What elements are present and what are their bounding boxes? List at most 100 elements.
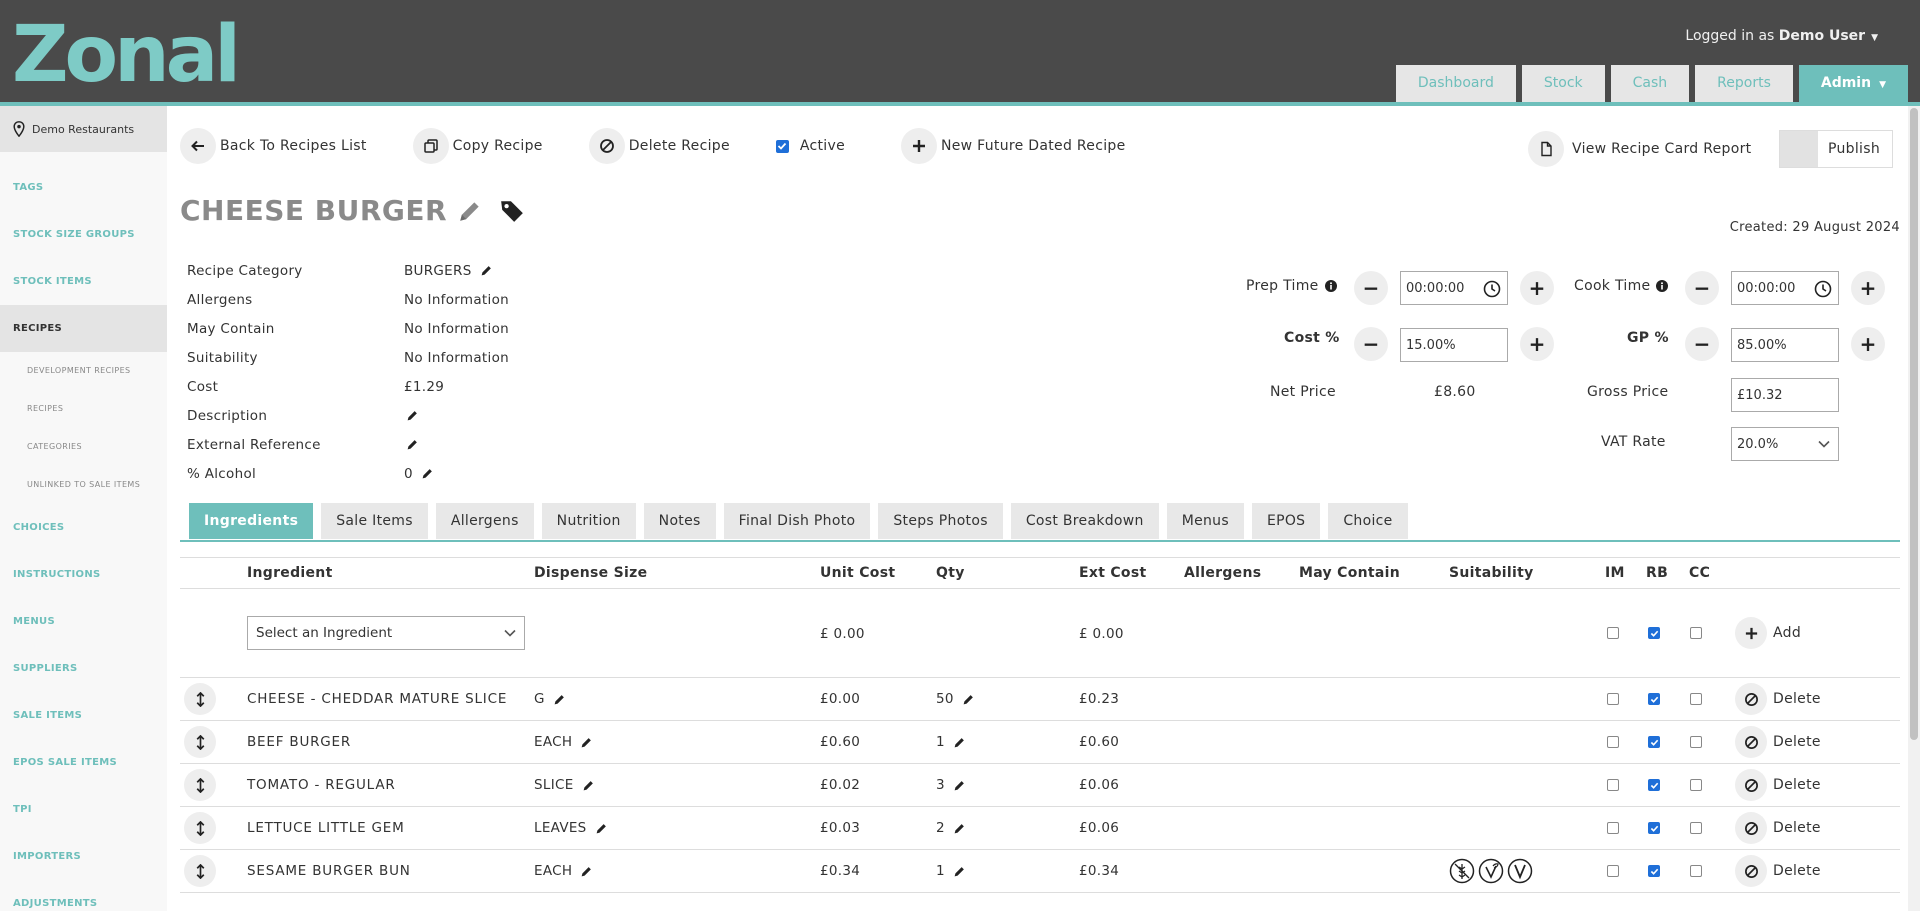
- new-future-dated-recipe-button[interactable]: New Future Dated Recipe: [900, 128, 1126, 164]
- pencil-icon[interactable]: [580, 736, 593, 749]
- pencil-icon[interactable]: [580, 865, 593, 878]
- sidebar-item-adjustments[interactable]: ADJUSTMENTS: [0, 880, 167, 911]
- scrollbar-thumb[interactable]: [1910, 108, 1918, 740]
- dispense-size[interactable]: LEAVES: [534, 820, 608, 836]
- pencil-icon[interactable]: [457, 198, 483, 224]
- rb-checkbox[interactable]: [1648, 736, 1660, 748]
- pencil-icon[interactable]: [406, 409, 419, 422]
- delete-row-button[interactable]: Delete: [1735, 769, 1821, 801]
- nav-stock[interactable]: Stock: [1521, 65, 1605, 102]
- tab-cost-breakdown[interactable]: Cost Breakdown: [1010, 503, 1159, 539]
- active-checkbox[interactable]: Active: [775, 138, 845, 154]
- tab-nutrition[interactable]: Nutrition: [541, 503, 636, 539]
- tab-choice[interactable]: Choice: [1328, 503, 1408, 539]
- qty[interactable]: 50: [936, 691, 975, 707]
- pencil-icon[interactable]: [962, 693, 975, 706]
- cost-pct-increase-button[interactable]: +: [1520, 327, 1554, 361]
- add-im-checkbox[interactable]: [1607, 627, 1619, 639]
- sidebar-item-stock-size-groups[interactable]: STOCK SIZE GROUPS: [0, 211, 167, 258]
- zonal-logo[interactable]: Zonal: [12, 16, 241, 94]
- add-ingredient-button[interactable]: Add: [1735, 617, 1801, 649]
- pencil-icon[interactable]: [553, 693, 566, 706]
- nav-reports[interactable]: Reports: [1695, 65, 1793, 102]
- add-cc-checkbox[interactable]: [1690, 627, 1702, 639]
- pencil-icon[interactable]: [953, 779, 966, 792]
- delete-row-button[interactable]: Delete: [1735, 726, 1821, 758]
- ingredient-select[interactable]: Select an Ingredient: [247, 616, 525, 650]
- nav-cash[interactable]: Cash: [1610, 65, 1690, 102]
- cc-checkbox[interactable]: [1690, 865, 1702, 877]
- rb-checkbox[interactable]: [1648, 693, 1660, 705]
- sidebar-item-choices[interactable]: CHOICES: [0, 504, 167, 551]
- toggle-switch[interactable]: [1780, 131, 1818, 167]
- prep-time-decrease-button[interactable]: −: [1354, 271, 1388, 305]
- prep-time-increase-button[interactable]: +: [1520, 271, 1554, 305]
- qty[interactable]: 1: [936, 734, 966, 750]
- back-to-list-button[interactable]: Back To Recipes List: [180, 128, 367, 164]
- dispense-size[interactable]: SLICE: [534, 777, 595, 793]
- cook-time-increase-button[interactable]: +: [1851, 271, 1885, 305]
- pencil-icon[interactable]: [595, 822, 608, 835]
- view-recipe-card-report-button[interactable]: View Recipe Card Report: [1528, 131, 1751, 167]
- sidebar-item-recipes[interactable]: RECIPES: [0, 305, 167, 352]
- tab-final-dish-photo[interactable]: Final Dish Photo: [723, 503, 871, 539]
- sidebar-sub-development-recipes[interactable]: DEVELOPMENT RECIPES: [0, 352, 167, 390]
- qty[interactable]: 2: [936, 820, 966, 836]
- im-checkbox[interactable]: [1607, 736, 1619, 748]
- add-rb-checkbox[interactable]: [1648, 627, 1660, 639]
- im-checkbox[interactable]: [1607, 779, 1619, 791]
- sidebar-item-tpi[interactable]: TPI: [0, 786, 167, 833]
- drag-handle-icon[interactable]: [184, 683, 216, 715]
- dispense-size[interactable]: G: [534, 691, 566, 707]
- sidebar-item-stock-items[interactable]: STOCK ITEMS: [0, 258, 167, 305]
- pencil-icon[interactable]: [582, 779, 595, 792]
- gp-pct-increase-button[interactable]: +: [1851, 327, 1885, 361]
- im-checkbox[interactable]: [1607, 865, 1619, 877]
- tab-notes[interactable]: Notes: [643, 503, 716, 539]
- prep-time-input[interactable]: 00:00:00: [1400, 271, 1508, 305]
- delete-row-button[interactable]: Delete: [1735, 855, 1821, 887]
- site-selector[interactable]: Demo Restaurants: [0, 106, 167, 152]
- sidebar-item-importers[interactable]: IMPORTERS: [0, 833, 167, 880]
- im-checkbox[interactable]: [1607, 693, 1619, 705]
- sidebar-item-sale-items[interactable]: SALE ITEMS: [0, 692, 167, 739]
- im-checkbox[interactable]: [1607, 822, 1619, 834]
- tab-steps-photos[interactable]: Steps Photos: [878, 503, 1003, 539]
- sidebar-sub-categories[interactable]: CATEGORIES: [0, 428, 167, 466]
- drag-handle-icon[interactable]: [184, 855, 216, 887]
- pencil-icon[interactable]: [406, 438, 419, 451]
- qty[interactable]: 3: [936, 777, 966, 793]
- dispense-size[interactable]: EACH: [534, 734, 593, 750]
- tab-epos[interactable]: EPOS: [1251, 503, 1321, 539]
- sidebar-item-tags[interactable]: TAGS: [0, 164, 167, 211]
- pencil-icon[interactable]: [953, 865, 966, 878]
- sidebar-item-instructions[interactable]: INSTRUCTIONS: [0, 551, 167, 598]
- cc-checkbox[interactable]: [1690, 736, 1702, 748]
- drag-handle-icon[interactable]: [184, 769, 216, 801]
- user-menu[interactable]: Logged in as Demo User ▼: [1685, 28, 1878, 44]
- cc-checkbox[interactable]: [1690, 779, 1702, 791]
- drag-handle-icon[interactable]: [184, 726, 216, 758]
- cc-checkbox[interactable]: [1690, 822, 1702, 834]
- rb-checkbox[interactable]: [1648, 822, 1660, 834]
- tab-sale-items[interactable]: Sale Items: [321, 503, 428, 539]
- pencil-icon[interactable]: [421, 467, 434, 480]
- sidebar-item-suppliers[interactable]: SUPPLIERS: [0, 645, 167, 692]
- checkbox-checked[interactable]: [775, 139, 789, 153]
- delete-row-button[interactable]: Delete: [1735, 683, 1821, 715]
- delete-recipe-button[interactable]: Delete Recipe: [588, 128, 730, 164]
- qty[interactable]: 1: [936, 863, 966, 879]
- clock-icon[interactable]: [1814, 280, 1832, 298]
- tab-menus[interactable]: Menus: [1166, 503, 1244, 539]
- sidebar-sub-unlinked[interactable]: UNLINKED TO SALE ITEMS: [0, 466, 167, 504]
- copy-recipe-button[interactable]: Copy Recipe: [412, 128, 543, 164]
- tab-allergens[interactable]: Allergens: [435, 503, 534, 539]
- sidebar-item-epos-sale-items[interactable]: EPOS SALE ITEMS: [0, 739, 167, 786]
- drag-handle-icon[interactable]: [184, 812, 216, 844]
- pencil-icon[interactable]: [480, 264, 493, 277]
- publish-toggle[interactable]: Publish: [1779, 130, 1893, 168]
- tab-ingredients[interactable]: Ingredients: [189, 503, 314, 539]
- pencil-icon[interactable]: [953, 822, 966, 835]
- gross-price-input[interactable]: £10.32: [1731, 378, 1839, 412]
- cook-time-decrease-button[interactable]: −: [1685, 271, 1719, 305]
